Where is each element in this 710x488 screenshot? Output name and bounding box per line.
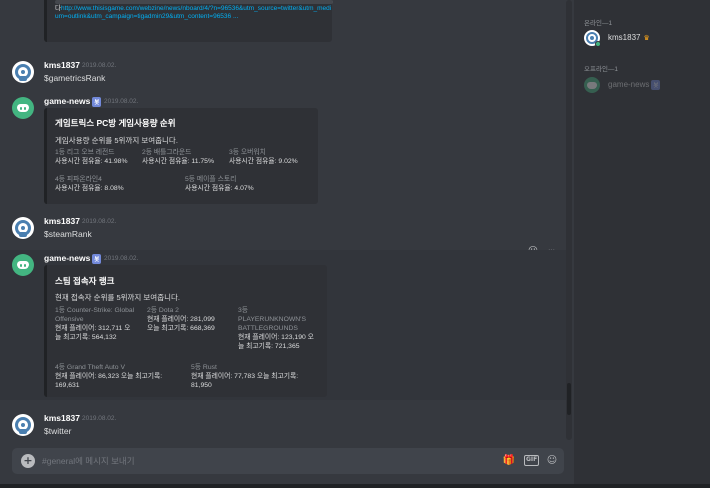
member-name: game-news 봇 [608,80,661,90]
clipped-embed-text [55,0,333,4]
field-value: 사용시간 점유율: 41.98% [55,158,128,165]
field-name: 2등 배틀그라운드 [142,149,192,156]
field-name: 2등 Dota 2 [147,307,179,314]
field-name: 4등 피파온라인4 [55,176,102,183]
field-value: 현재 플레이어: 312,711 오 [55,325,131,332]
message: kms1837 2019.08.02. $gametricsRank [0,58,566,88]
scrollbar-track[interactable] [566,0,572,440]
member-name-text: kms1837 [608,33,641,42]
embed-field: 5등 Rust 현재 플레이어: 77,783 오늘 최고기록: 81,950 [191,363,327,390]
username[interactable]: kms1837 [44,60,80,70]
member-item[interactable]: game-news 봇 [584,77,704,95]
embed-field: 2등 Dota 2 현재 플레이어: 281,099 오늘 최고기록: 668,… [147,306,237,333]
field-value: 현재 플레이어: 123,190 오 [238,334,314,341]
message-text: $gametricsRank [44,73,106,83]
embed-field: 1등 Counter-Strike: Global Offensive 현재 플… [55,306,147,342]
avatar[interactable] [12,254,34,276]
message-input[interactable]: #general에 메시지 보내기 [42,455,135,467]
field-name: PLAYERUNKNOWN'S [238,316,307,323]
gift-icon[interactable]: 🎁 [502,454,516,468]
field-name: 1등 Counter-Strike: Global [55,307,135,314]
username[interactable]: game-news 봇 [44,253,102,264]
field-value: 169,631 [55,382,80,389]
avatar[interactable] [12,217,34,239]
bot-tag: 봇 [92,253,102,264]
embed-title: 스팀 접속자 랭크 [55,276,115,286]
username-text[interactable]: game-news [44,96,90,106]
upload-plus-icon[interactable]: + [21,454,35,468]
chat-area: 다http://www.thisisgame.com/webzine/news/… [0,0,574,488]
timestamp: 2019.08.02. [104,98,139,105]
avatar[interactable] [12,61,34,83]
embed-field: 3등 PLAYERUNKNOWN'S BATTLEGROUNDS 현재 플레이어… [238,306,328,351]
username[interactable]: kms1837 [44,216,80,226]
rich-embed: 게임트릭스 PC방 게임사용량 순위 게임사용량 순위를 5위까지 보여줍니다.… [44,108,318,204]
embed-field: 3등 오버워치사용시간 점유율: 9.02% [229,148,298,166]
member-item[interactable]: kms1837 ♛ [584,30,704,48]
embed-field: 1등 리그 오브 레전드사용시간 점유율: 41.98% [55,148,128,166]
embed-link-url[interactable]: http://www.thisisgame.com/webzine/news/n… [55,5,331,20]
username[interactable]: game-news 봇 [44,96,102,107]
field-name: 1등 리그 오브 레전드 [55,149,115,156]
message-text: $twitter [44,426,72,436]
message-composer[interactable]: + #general에 메시지 보내기 🎁 GIF ☺ [12,448,564,474]
member-name-text: game-news [608,80,650,90]
embed-field: 2등 배틀그라운드사용시간 점유율: 11.75% [142,148,214,166]
field-value: 늘 최고기록: 564,132 [55,334,117,341]
field-value: 현재 플레이어: 86,323 오늘 최고기록: [55,373,163,380]
bot-tag: 봇 [92,96,102,107]
emoji-icon[interactable]: ☺ [545,454,559,468]
field-name: BATTLEGROUNDS [238,325,298,332]
online-header: 온라인—1 [584,20,613,27]
member-list: 온라인—1 kms1837 ♛ 오프라인—1 game-news 봇 [574,0,710,488]
field-name: Offensive [55,316,84,323]
offline-header: 오프라인—1 [584,66,619,73]
embed-title: 게임트릭스 PC방 게임사용량 순위 [55,118,176,128]
link-embed: 다http://www.thisisgame.com/webzine/news/… [44,0,333,42]
field-value: 늘 최고기록: 721,365 [238,343,300,350]
timestamp: 2019.08.02. [82,415,117,422]
avatar [584,77,600,93]
avatar[interactable] [12,97,34,119]
rich-embed: 스팀 접속자 랭크 현재 접속자 순위를 5위까지 보여줍니다. 1등 Coun… [44,265,327,397]
field-name: 3등 [238,307,249,314]
timestamp: 2019.08.02. [104,255,139,262]
embed-field: 5등 메이플 스토리사용시간 점유율: 4.07% [185,175,254,193]
window-bottom-edge [0,484,710,488]
message: kms1837 2019.08.02. $steamRank [0,214,566,244]
field-name: 3등 오버워치 [229,149,266,156]
timestamp: 2019.08.02. [82,62,117,69]
embed-description: 게임사용량 순위를 5위까지 보여줍니다. [55,136,178,145]
field-value: 현재 플레이어: 77,783 오늘 최고기록: [191,373,299,380]
field-name: 5등 Rust [191,364,217,371]
member-name: kms1837 ♛ [608,33,650,42]
online-status-dot [595,41,601,47]
gif-icon[interactable]: GIF [524,455,540,466]
field-value: 사용시간 점유율: 9.02% [229,158,298,165]
field-value: 사용시간 점유율: 11.75% [142,158,214,165]
message: kms1837 2019.08.02. $twitter [0,411,566,441]
avatar[interactable] [12,414,34,436]
message: game-news 봇 2019.08.02. 스팀 접속자 랭크 현재 접속자 … [0,250,566,400]
message: game-news 봇 2019.08.02. 게임트릭스 PC방 게임사용량 순… [0,94,566,206]
field-value: 사용시간 점유율: 8.08% [55,185,124,192]
field-value: 현재 플레이어: 281,099 [147,316,215,323]
timestamp: 2019.08.02. [82,218,117,225]
crown-icon: ♛ [643,35,650,42]
username-text[interactable]: game-news [44,253,90,263]
bot-tag: 봇 [651,80,661,90]
field-value: 사용시간 점유율: 4.07% [185,185,254,192]
embed-description: 현재 접속자 순위를 5위까지 보여줍니다. [55,293,180,302]
field-name: 5등 메이플 스토리 [185,176,237,183]
field-name: 4등 Grand Theft Auto V [55,364,125,371]
embed-field: 4등 Grand Theft Auto V 현재 플레이어: 86,323 오늘… [55,363,187,390]
field-value: 오늘 최고기록: 668,369 [147,325,215,332]
message-text: $steamRank [44,229,92,239]
scrollbar-thumb[interactable] [567,383,571,415]
embed-link[interactable]: 다http://www.thisisgame.com/webzine/news/… [55,5,333,21]
embed-field: 4등 피파온라인4 사용시간 점유율: 8.08% [55,175,124,193]
username[interactable]: kms1837 [44,413,80,423]
field-value: 81,950 [191,382,212,389]
